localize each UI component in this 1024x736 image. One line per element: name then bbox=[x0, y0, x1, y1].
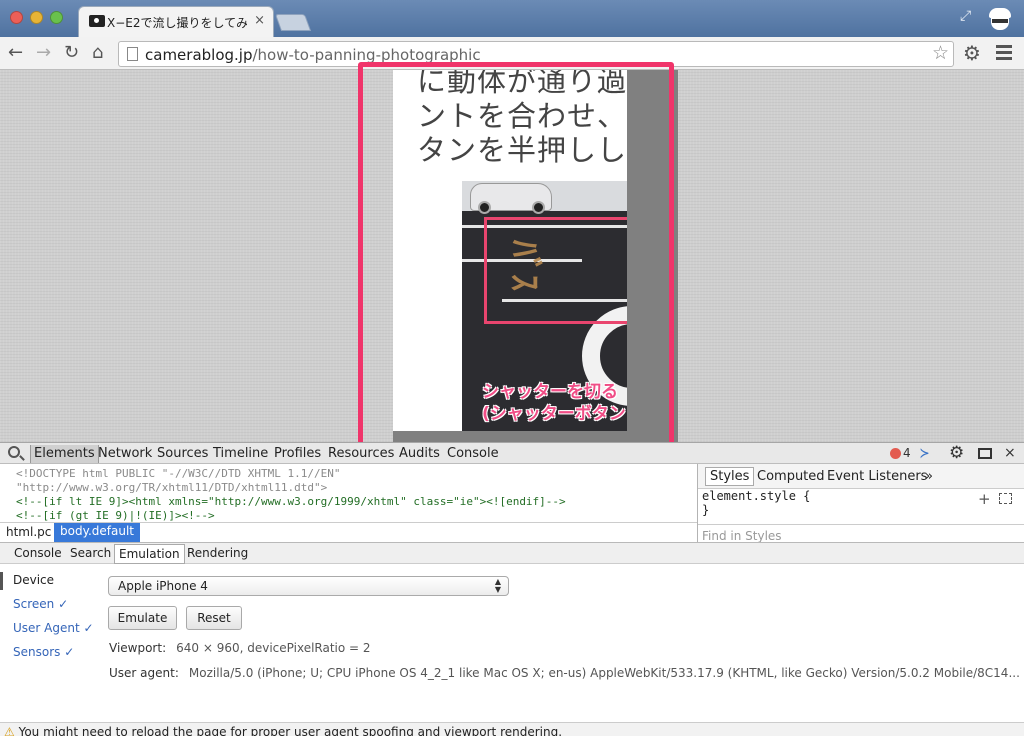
devtools-gear-icon[interactable]: ⚙ bbox=[949, 443, 964, 463]
console-icon[interactable]: ≻ bbox=[920, 444, 929, 462]
drawer-tab-console[interactable]: Console bbox=[14, 546, 62, 560]
breadcrumb-item[interactable]: html.pc bbox=[6, 525, 51, 539]
url-domain: camerablog.jp bbox=[145, 46, 253, 64]
search-icon[interactable] bbox=[8, 446, 20, 458]
code-line[interactable]: <!DOCTYPE html PUBLIC "-//W3C//DTD XHTML… bbox=[16, 467, 341, 480]
tab-title: X−E2で流し撮りをしてみた bbox=[107, 16, 247, 30]
tab-strip: X−E2で流し撮りをしてみた × ⤢ bbox=[0, 0, 1024, 37]
find-in-styles-input[interactable]: Find in Styles bbox=[698, 524, 1024, 543]
code-line[interactable]: <!--[if (gt IE 9)|!(IE)]><!--> bbox=[16, 509, 215, 522]
emulation-panel: Device Screen ✓ User Agent ✓ Sensors ✓ A… bbox=[0, 564, 1024, 724]
drawer-tab-emulation[interactable]: Emulation bbox=[114, 544, 185, 564]
tab-event-listeners[interactable]: Event Listeners bbox=[827, 469, 927, 484]
element-style-rule[interactable]: element.style { bbox=[702, 489, 810, 503]
tab-computed[interactable]: Computed bbox=[757, 469, 825, 484]
selected-section-indicator bbox=[0, 572, 3, 590]
section-user-agent[interactable]: User Agent ✓ bbox=[13, 621, 94, 635]
reset-button[interactable]: Reset bbox=[186, 606, 242, 630]
annotation-highlight-box bbox=[358, 62, 674, 459]
minimize-window-button[interactable] bbox=[30, 11, 43, 24]
dock-icon[interactable] bbox=[978, 448, 992, 459]
reload-icon[interactable]: ↻ bbox=[64, 42, 79, 63]
zoom-window-button[interactable] bbox=[50, 11, 63, 24]
viewport-value: 640 × 960, devicePixelRatio = 2 bbox=[176, 641, 371, 655]
warning-icon: ⚠ bbox=[4, 725, 15, 736]
tab-profiles[interactable]: Profiles bbox=[274, 446, 321, 461]
more-tabs-chevron[interactable]: » bbox=[925, 469, 933, 484]
device-select[interactable]: Apple iPhone 4 ▲ ▼ bbox=[108, 576, 509, 596]
viewport-label: Viewport: bbox=[109, 641, 167, 655]
user-agent-info: User agent: Mozilla/5.0 (iPhone; U; CPU i… bbox=[109, 666, 1020, 680]
devtools-tabbar: Elements Network Sources Timeline Profil… bbox=[0, 442, 1024, 464]
menu-icon[interactable] bbox=[996, 45, 1012, 63]
user-agent-label: User agent: bbox=[109, 666, 179, 680]
new-tab-button[interactable] bbox=[274, 14, 312, 31]
breadcrumb: html.pc body.default bbox=[0, 522, 697, 542]
styles-tabbar: Styles Computed Event Listeners » bbox=[698, 464, 1024, 489]
styles-pane: Styles Computed Event Listeners » elemen… bbox=[697, 464, 1024, 543]
browser-tab[interactable]: X−E2で流し撮りをしてみた × bbox=[78, 6, 274, 37]
user-agent-value: Mozilla/5.0 (iPhone; U; CPU iPhone OS 4_… bbox=[188, 666, 1020, 680]
back-icon[interactable]: ← bbox=[8, 42, 23, 63]
viewport-info: Viewport: 640 × 960, devicePixelRatio = 2 bbox=[109, 641, 371, 655]
tab-audits[interactable]: Audits bbox=[399, 446, 440, 461]
tab-elements[interactable]: Elements bbox=[30, 445, 99, 463]
page-icon bbox=[127, 47, 138, 61]
drawer-tab-rendering[interactable]: Rendering bbox=[187, 546, 248, 560]
toggle-element-state-icon[interactable] bbox=[999, 493, 1012, 504]
code-line[interactable]: "http://www.w3.org/TR/xhtml11/DTD/xhtml1… bbox=[16, 481, 327, 494]
select-arrows-icon: ▲ ▼ bbox=[494, 577, 501, 594]
tab-network[interactable]: Network bbox=[98, 446, 152, 461]
section-sensors[interactable]: Sensors ✓ bbox=[13, 645, 74, 659]
error-count[interactable]: 4 bbox=[903, 446, 911, 460]
error-icon[interactable] bbox=[890, 448, 901, 459]
star-icon[interactable]: ☆ bbox=[932, 42, 949, 64]
tab-console[interactable]: Console bbox=[447, 446, 499, 461]
device-select-value: Apple iPhone 4 bbox=[118, 579, 208, 593]
gear-icon[interactable]: ⚙ bbox=[963, 41, 981, 65]
drawer-tabbar: Console Search Emulation Rendering bbox=[0, 542, 1024, 564]
warning-bar: ⚠ You might need to reload the page for … bbox=[0, 722, 1024, 736]
section-device[interactable]: Device bbox=[13, 573, 54, 587]
close-icon[interactable]: × bbox=[1004, 445, 1016, 461]
tab-timeline[interactable]: Timeline bbox=[213, 446, 268, 461]
warning-text: You might need to reload the page for pr… bbox=[18, 725, 563, 736]
breadcrumb-item-selected[interactable]: body.default bbox=[54, 523, 141, 542]
code-line[interactable]: <!--[if lt IE 9]><html xmlns="http://www… bbox=[16, 495, 566, 508]
close-window-button[interactable] bbox=[10, 11, 23, 24]
drawer-tab-search[interactable]: Search bbox=[70, 546, 111, 560]
tab-sources[interactable]: Sources bbox=[157, 446, 208, 461]
fullscreen-icon[interactable]: ⤢ bbox=[960, 8, 971, 24]
browser-window: X−E2で流し撮りをしてみた × ⤢ ← → ↻ ⌂ camerablog.jp… bbox=[0, 0, 1024, 736]
emulate-button[interactable]: Emulate bbox=[108, 606, 177, 630]
forward-icon[interactable]: → bbox=[36, 42, 51, 63]
add-rule-icon[interactable]: + bbox=[978, 490, 991, 508]
element-style-close: } bbox=[702, 503, 710, 517]
tab-styles[interactable]: Styles bbox=[705, 467, 755, 486]
section-screen[interactable]: Screen ✓ bbox=[13, 597, 68, 611]
tab-resources[interactable]: Resources bbox=[328, 446, 394, 461]
home-icon[interactable]: ⌂ bbox=[92, 42, 103, 63]
tab-close-icon[interactable]: × bbox=[254, 13, 265, 28]
elements-panel: <!DOCTYPE html PUBLIC "-//W3C//DTD XHTML… bbox=[0, 464, 697, 522]
incognito-icon bbox=[985, 6, 1015, 32]
camera-icon bbox=[89, 15, 105, 27]
